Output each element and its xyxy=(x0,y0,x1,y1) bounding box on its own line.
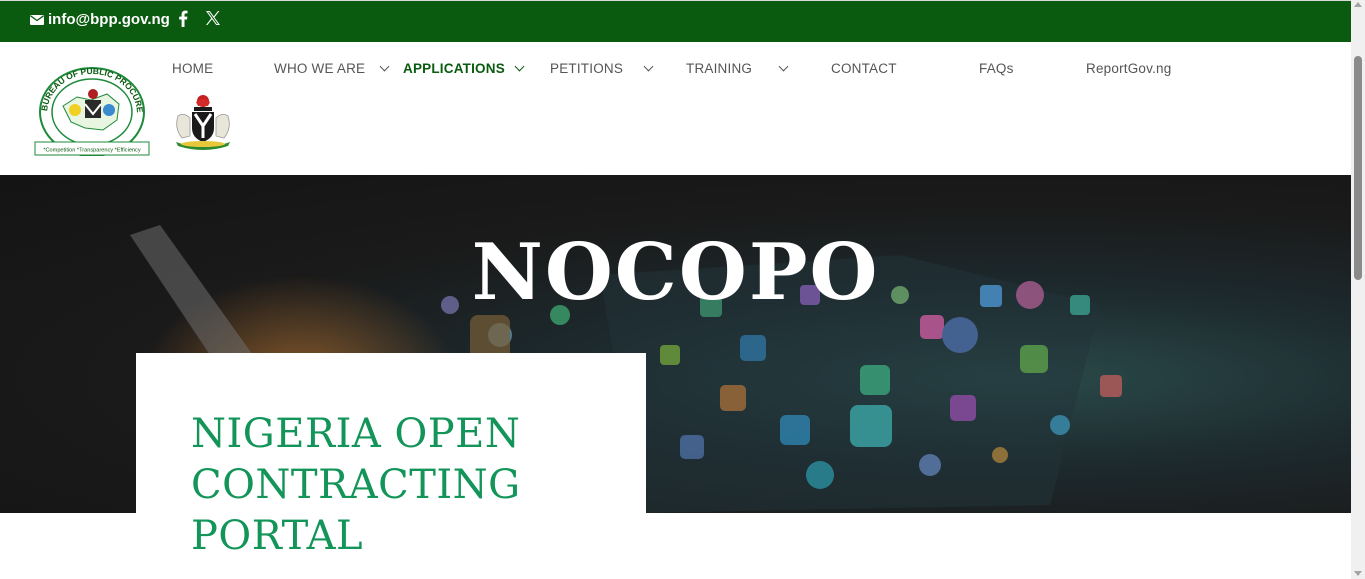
scroll-up-arrow-icon[interactable] xyxy=(1354,2,1362,7)
chevron-down-icon xyxy=(379,61,390,72)
chevron-down-icon xyxy=(778,61,789,72)
portal-title-card: NIGERIA OPEN CONTRACTING PORTAL xyxy=(136,353,646,579)
nav-faqs-label: FAQs xyxy=(979,61,1014,76)
nav-reportgov-label: ReportGov.ng xyxy=(1086,61,1172,76)
page-scrollbar[interactable] xyxy=(1351,0,1365,579)
nav-training[interactable]: TRAINING xyxy=(686,61,789,76)
email-link[interactable]: info@bpp.gov.ng xyxy=(30,11,170,28)
nav-faqs[interactable]: FAQs xyxy=(979,61,1014,76)
chevron-down-icon xyxy=(643,61,654,72)
site-header: BUREAU OF PUBLIC PROCUREMENT *Competitio… xyxy=(0,42,1351,175)
x-twitter-icon[interactable] xyxy=(205,10,221,26)
nav-applications-label: APPLICATIONS xyxy=(403,61,505,76)
nav-who-we-are-label: WHO WE ARE xyxy=(274,61,366,76)
nav-home[interactable]: HOME xyxy=(172,61,213,76)
top-bar: info@bpp.gov.ng xyxy=(0,0,1351,42)
facebook-icon[interactable] xyxy=(178,10,188,27)
email-text: info@bpp.gov.ng xyxy=(48,11,170,28)
nav-contact-label: CONTACT xyxy=(831,61,897,76)
nav-petitions-label: PETITIONS xyxy=(550,61,624,76)
scroll-down-arrow-icon[interactable] xyxy=(1354,571,1362,576)
bpp-logo[interactable]: BUREAU OF PUBLIC PROCUREMENT *Competitio… xyxy=(33,64,151,156)
nav-applications[interactable]: APPLICATIONS xyxy=(403,61,525,76)
nav-who-we-are[interactable]: WHO WE ARE xyxy=(274,61,390,76)
nav-home-label: HOME xyxy=(172,61,214,76)
portal-title: NIGERIA OPEN CONTRACTING PORTAL xyxy=(191,411,521,559)
scroll-thumb[interactable] xyxy=(1354,56,1362,280)
hero-title: NOCOPO xyxy=(471,227,880,318)
bpp-tagline: *Competition *Transparency *Efficiency xyxy=(43,148,141,154)
nav-reportgov[interactable]: ReportGov.ng xyxy=(1086,61,1171,76)
nav-petitions[interactable]: PETITIONS xyxy=(550,61,654,76)
nav-contact[interactable]: CONTACT xyxy=(831,61,897,76)
mail-icon xyxy=(30,14,44,25)
chevron-down-icon xyxy=(514,61,525,72)
nav-training-label: TRAINING xyxy=(686,61,753,76)
coat-of-arms-logo xyxy=(176,95,230,150)
